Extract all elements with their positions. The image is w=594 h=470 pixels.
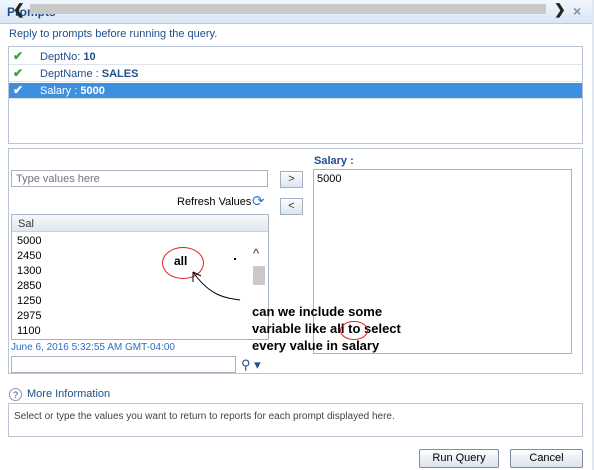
prompt-list: ✔ DeptNo: 10 ✔ DeptName : SALES ✔ Salary… — [8, 46, 583, 144]
refresh-timestamp: June 6, 2016 5:32:55 AM GMT-04:00 — [11, 342, 175, 353]
annotation-line: every value in salary — [252, 338, 380, 353]
prompt-label: DeptName : SALES — [40, 68, 139, 80]
horizontal-scrollbar[interactable] — [30, 4, 546, 14]
search-values-input[interactable] — [11, 356, 236, 373]
annotation-arrow — [192, 271, 241, 301]
close-icon[interactable]: × — [573, 3, 581, 19]
values-column-label: Sal — [18, 218, 34, 230]
list-item[interactable]: 1250 — [17, 295, 41, 307]
refresh-icon[interactable]: ⟳ — [252, 192, 265, 210]
selected-value-item[interactable]: 5000 — [317, 173, 341, 185]
selected-values-label: Salary : — [314, 155, 354, 167]
prompt-row-deptname[interactable]: ✔ DeptName : SALES — [9, 66, 582, 82]
prompt-label: Salary : 5000 — [40, 85, 105, 97]
check-icon: ✔ — [13, 49, 24, 63]
list-item[interactable]: 2850 — [17, 280, 41, 292]
binoculars-search-icon[interactable]: ⚲ ▾ — [241, 357, 261, 373]
check-icon: ✔ — [13, 83, 24, 97]
instruction-text: Reply to prompts before running the quer… — [9, 28, 218, 40]
list-item[interactable]: 2450 — [17, 250, 41, 262]
prompt-row-salary[interactable]: ✔ Salary : 5000 — [9, 83, 582, 99]
cancel-button[interactable]: Cancel — [510, 449, 583, 468]
values-list-header: Sal — [12, 215, 268, 232]
list-item[interactable]: 2975 — [17, 310, 41, 322]
check-icon: ✔ — [13, 66, 24, 80]
run-query-button[interactable]: Run Query — [419, 449, 499, 468]
annotation-circle-all — [340, 321, 368, 340]
scroll-right-icon[interactable]: ❯ — [554, 1, 566, 18]
remove-value-button[interactable]: < — [280, 198, 303, 215]
scroll-up-icon[interactable]: ^ — [253, 246, 259, 261]
annotation-dot — [234, 258, 236, 260]
list-item[interactable]: 1300 — [17, 265, 41, 277]
scroll-left-icon[interactable]: ❮ — [13, 1, 25, 18]
prompt-label: DeptNo: 10 — [40, 51, 96, 63]
type-values-input[interactable] — [11, 170, 268, 187]
list-item[interactable]: 5000 — [17, 235, 41, 247]
prompt-row-deptno[interactable]: ✔ DeptNo: 10 — [9, 49, 582, 65]
refresh-values-label[interactable]: Refresh Values — [177, 196, 251, 208]
more-information-link[interactable]: More Information — [27, 388, 110, 400]
add-value-button[interactable]: > — [280, 171, 303, 188]
help-text: Select or type the values you want to re… — [14, 411, 395, 422]
annotation-line: can we include some — [252, 304, 383, 319]
help-box: Select or type the values you want to re… — [8, 403, 583, 437]
scroll-thumb[interactable] — [253, 266, 265, 285]
help-icon[interactable]: ? — [9, 388, 22, 401]
list-item[interactable]: 1100 — [17, 325, 41, 337]
